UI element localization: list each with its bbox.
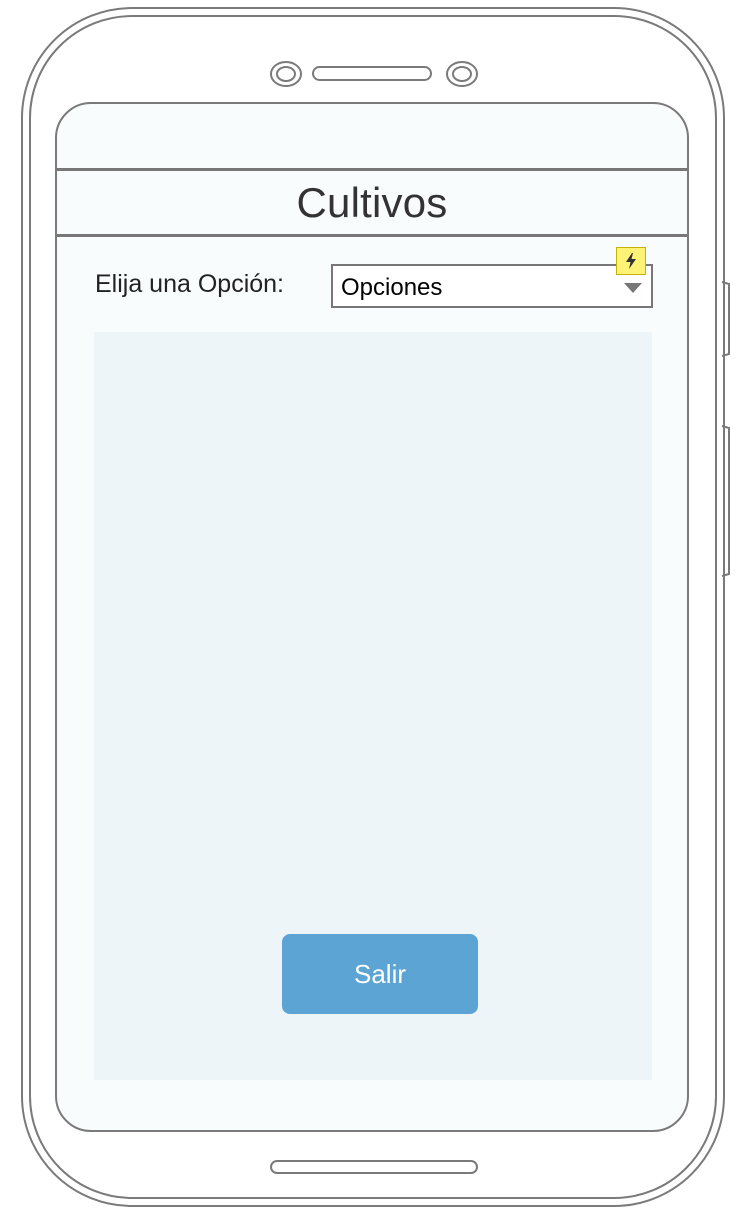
lightning-icon <box>616 247 646 275</box>
exit-button[interactable]: Salir <box>282 934 478 1014</box>
chevron-down-icon <box>624 283 642 293</box>
sensor-icon <box>446 61 478 87</box>
phone-mockup: Cultivos Elija una Opción: Opciones Sali… <box>0 0 744 1232</box>
option-label: Elija una Opción: <box>95 270 285 298</box>
content-panel: Salir <box>94 332 652 1080</box>
options-select[interactable]: Opciones <box>331 264 653 308</box>
select-value: Opciones <box>341 274 443 301</box>
front-camera-icon <box>270 61 302 87</box>
page-title: Cultivos <box>296 178 448 226</box>
phone-screen: Cultivos Elija una Opción: Opciones Sali… <box>55 102 689 1132</box>
app-header: Cultivos <box>57 168 687 237</box>
